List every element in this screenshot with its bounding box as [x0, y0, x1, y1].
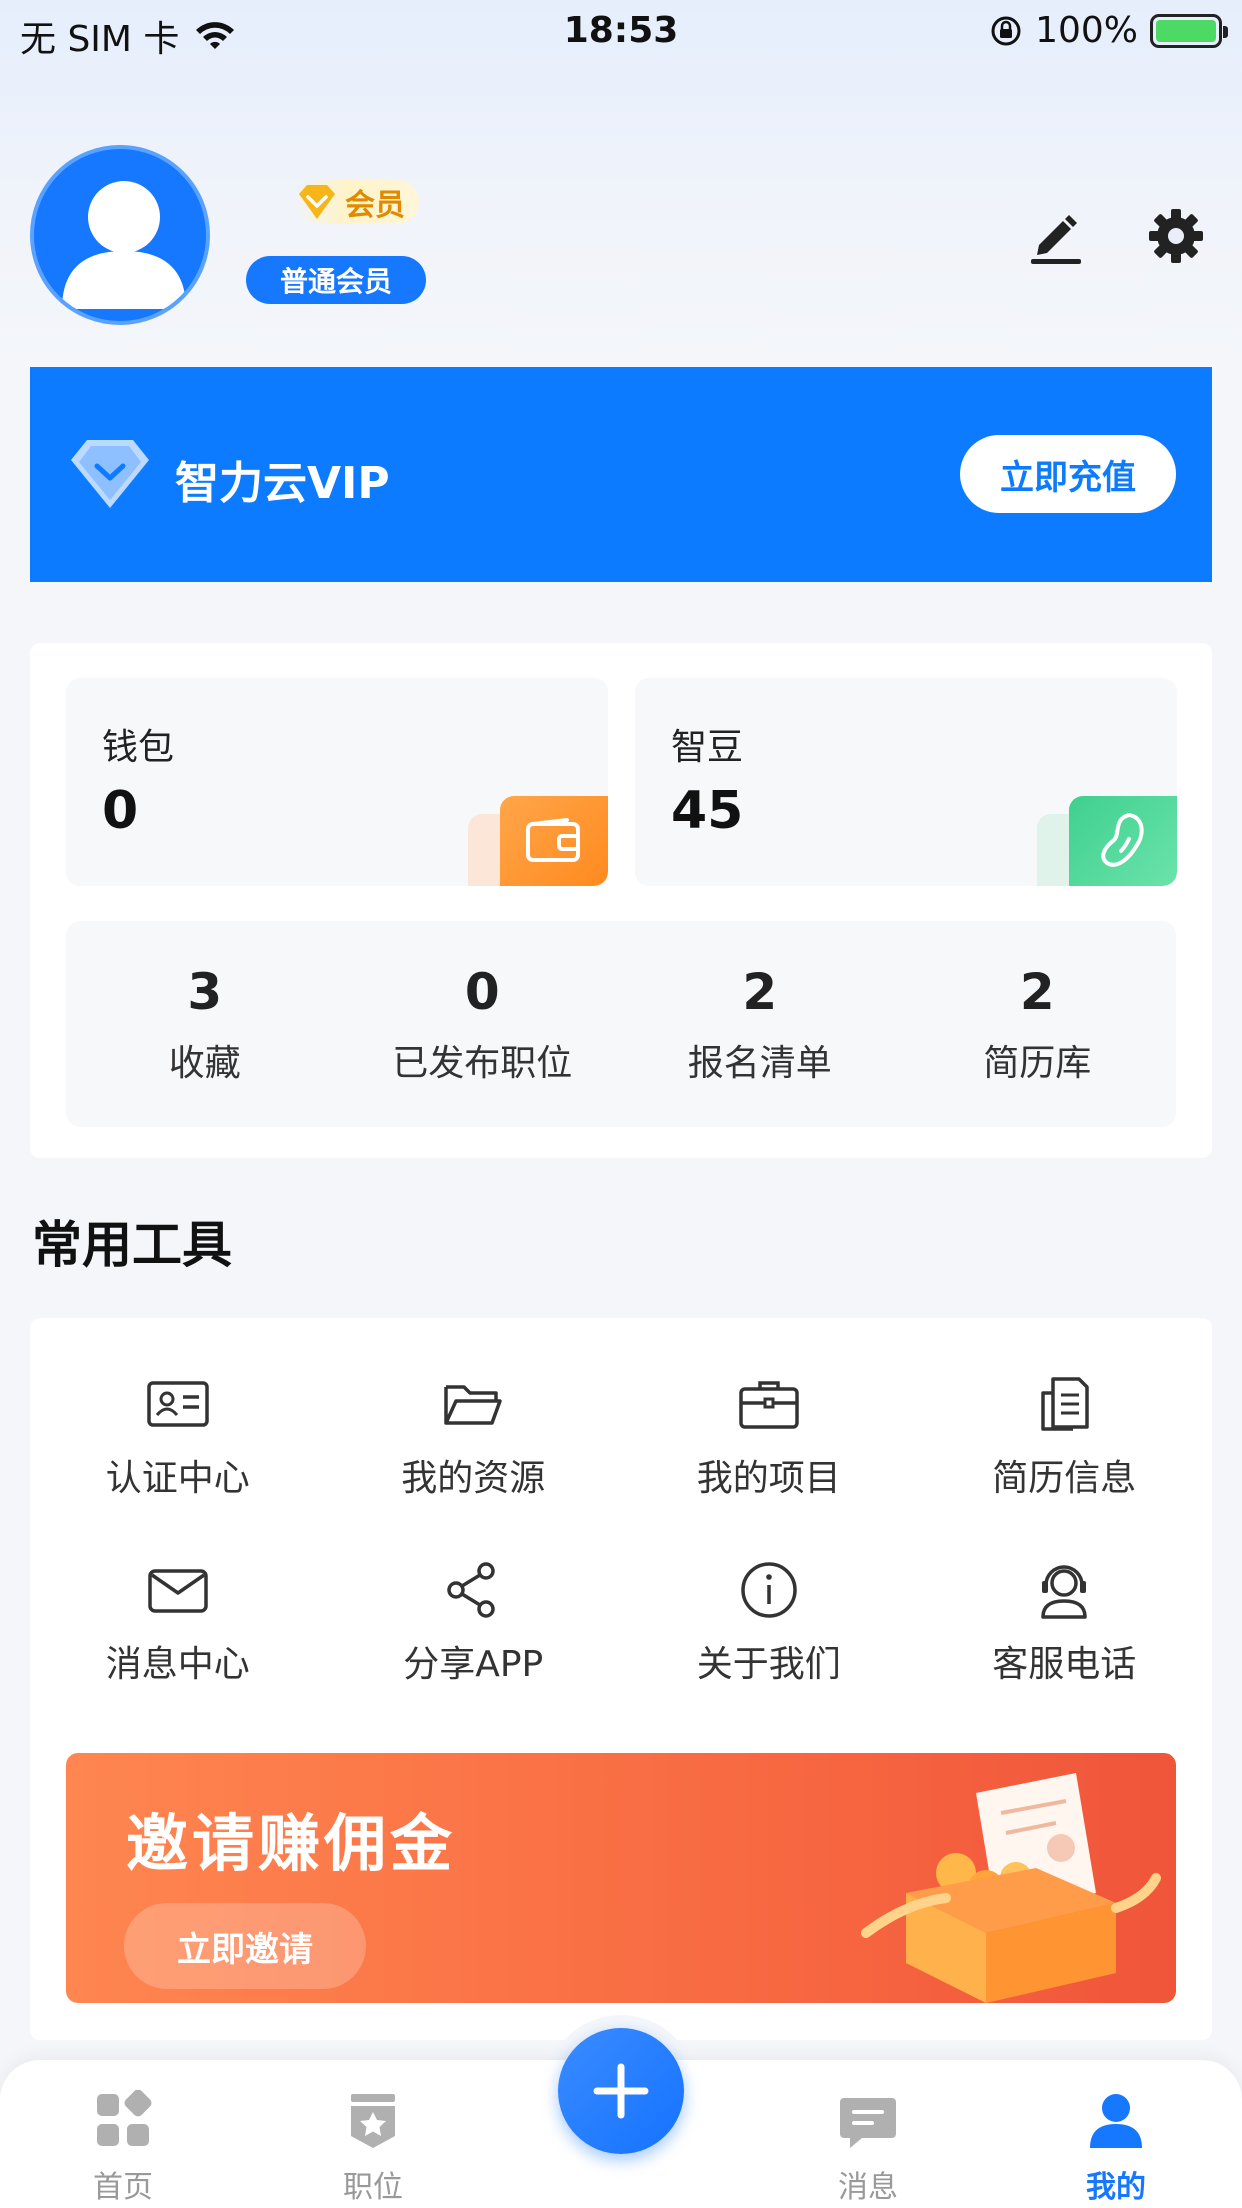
tab-label: 消息: [838, 2170, 898, 2205]
badge-icon: [351, 2094, 395, 2148]
gold-diamond-icon: [299, 185, 335, 219]
tool-message-center[interactable]: 消息中心: [30, 1559, 326, 1687]
stat-label: 简历库: [983, 1043, 1092, 1084]
stat-signup-list[interactable]: 2 报名清单: [621, 921, 899, 1127]
add-button[interactable]: [558, 2028, 684, 2154]
stat-value: 2: [1019, 963, 1055, 1021]
bean-icon: [1069, 796, 1177, 886]
wallet-icon: [500, 796, 608, 886]
status-right: 100%: [989, 10, 1228, 51]
member-level-badge: 普通会员: [246, 256, 426, 304]
briefcase-icon: [739, 1381, 799, 1429]
tab-label: 我的: [1086, 2170, 1146, 2205]
wallet-card[interactable]: 钱包 0: [66, 678, 608, 886]
beans-label: 智豆: [671, 727, 744, 768]
tool-verification-center[interactable]: 认证中心: [30, 1373, 326, 1501]
member-tag-text: 会员: [345, 188, 405, 223]
rotation-lock-icon: [991, 16, 1021, 45]
avatar[interactable]: [30, 145, 210, 325]
gear-icon: [1149, 209, 1203, 263]
default-avatar-icon: [62, 181, 186, 309]
tool-label: 我的资源: [401, 1458, 546, 1499]
tool-label: 认证中心: [105, 1458, 250, 1499]
beans-value: 45: [671, 781, 744, 841]
tool-label: 我的项目: [696, 1458, 841, 1499]
stat-favorites[interactable]: 3 收藏: [66, 921, 344, 1127]
tool-about-us[interactable]: 关于我们: [621, 1559, 917, 1687]
wallet-label: 钱包: [102, 727, 175, 768]
share-icon: [447, 1562, 495, 1618]
tab-label: 职位: [343, 2170, 403, 2205]
stat-value: 2: [742, 963, 778, 1021]
battery-percent: 100%: [1035, 10, 1138, 51]
document-icon: [1041, 1377, 1089, 1431]
chat-icon: [840, 2098, 896, 2148]
mail-icon: [148, 1569, 208, 1613]
tool-my-projects[interactable]: 我的项目: [621, 1373, 917, 1501]
battery-icon: [1150, 13, 1228, 48]
tool-my-resources[interactable]: 我的资源: [326, 1373, 622, 1501]
member-tag: 会员: [295, 180, 419, 224]
tool-customer-service[interactable]: 客服电话: [917, 1559, 1213, 1687]
tools-card: 认证中心 我的资源 我的项目 简历信息 消息中心 分享APP 关于我们 客服电话…: [30, 1318, 1212, 2040]
section-title-tools: 常用工具: [32, 1216, 232, 1274]
status-bar: 无 SIM 卡 18:53 100%: [0, 0, 1242, 62]
tools-grid: 认证中心 我的资源 我的项目 简历信息 消息中心 分享APP 关于我们 客服电话: [30, 1373, 1212, 1687]
tab-messages[interactable]: 消息: [788, 2090, 948, 2206]
folder-icon: [444, 1385, 502, 1425]
stat-label: 收藏: [168, 1043, 241, 1084]
gift-box-illustration: [861, 1773, 1161, 2003]
tab-mine[interactable]: 我的: [1036, 2090, 1196, 2206]
recharge-button[interactable]: 立即充值: [960, 435, 1176, 513]
id-card-icon: [147, 1381, 209, 1427]
wallet-value: 0: [102, 781, 139, 841]
invite-button[interactable]: 立即邀请: [124, 1903, 366, 1989]
stat-resume-library[interactable]: 2 简历库: [899, 921, 1177, 1127]
vip-title: 智力云VIP: [175, 458, 390, 509]
tool-label: 关于我们: [696, 1644, 841, 1685]
stat-label: 报名清单: [687, 1043, 832, 1084]
tool-resume-info[interactable]: 简历信息: [917, 1373, 1213, 1501]
pencil-icon: [1031, 215, 1081, 264]
beans-card[interactable]: 智豆 45: [635, 678, 1177, 886]
tool-label: 简历信息: [992, 1458, 1137, 1499]
plus-icon: [593, 2063, 649, 2119]
settings-button[interactable]: [1145, 205, 1207, 267]
home-grid-icon: [97, 2090, 152, 2146]
stat-value: 3: [187, 963, 223, 1021]
tab-home[interactable]: 首页: [43, 2090, 203, 2206]
tab-jobs[interactable]: 职位: [293, 2090, 453, 2206]
tool-share-app[interactable]: 分享APP: [326, 1559, 622, 1687]
vip-banner[interactable]: 智力云VIP 立即充值: [30, 367, 1212, 582]
edit-profile-button[interactable]: [1025, 205, 1087, 267]
vip-diamond-icon: [71, 440, 149, 508]
stats-row: 3 收藏 0 已发布职位 2 报名清单 2 简历库: [66, 921, 1176, 1127]
stat-label: 已发布职位: [392, 1043, 573, 1084]
tab-label: 首页: [93, 2170, 153, 2205]
invite-banner[interactable]: 邀请赚佣金 立即邀请: [66, 1753, 1176, 2003]
tool-label: 分享APP: [403, 1644, 544, 1685]
stat-value: 0: [464, 963, 500, 1021]
user-icon: [1090, 2094, 1142, 2148]
tool-label: 消息中心: [105, 1644, 250, 1685]
stat-published-jobs[interactable]: 0 已发布职位: [344, 921, 622, 1127]
assets-card: 钱包 0 智豆 45 3 收藏 0 已发布职位 2 报名清单 2 简历库: [30, 643, 1212, 1158]
tool-label: 客服电话: [992, 1644, 1137, 1685]
headset-icon: [1041, 1565, 1087, 1619]
info-icon: [741, 1562, 797, 1618]
invite-title: 邀请赚佣金: [126, 1807, 457, 1880]
